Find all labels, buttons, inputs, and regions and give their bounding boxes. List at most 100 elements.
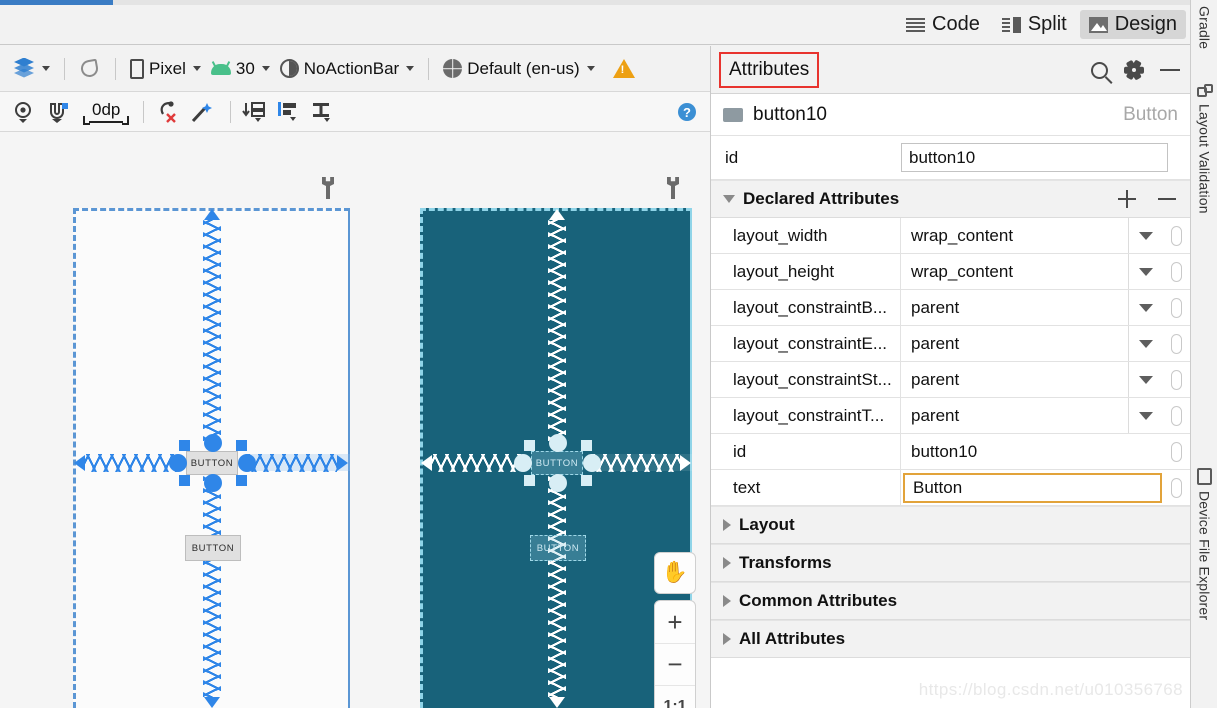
attribute-row[interactable]: text Button [711,470,1190,506]
attribute-row[interactable]: id button10 [711,434,1190,470]
anchor-bottom[interactable] [549,474,567,492]
attribute-resource-picker[interactable] [1162,398,1190,433]
attribute-dropdown-button[interactable] [1128,362,1162,397]
chevron-down-icon [192,66,201,71]
anchor-start[interactable] [169,454,187,472]
blueprint-surface-wrench-icon[interactable] [665,177,681,199]
attribute-value-cell[interactable]: parent [901,290,1162,325]
theme-selector[interactable]: NoActionBar [275,56,419,82]
resize-handle-bottom-end[interactable] [236,475,247,486]
resize-handle-bottom-start[interactable] [524,475,535,486]
attribute-section-header[interactable]: Transforms [711,544,1190,582]
device-selector[interactable]: Pixel [125,56,206,82]
blueprint-mode-button[interactable] [74,55,106,83]
autoconnect-button[interactable] [44,98,74,126]
default-margin-button[interactable]: 0dp [82,99,130,125]
infer-constraints-button[interactable] [187,98,217,126]
anchor-start[interactable] [514,454,532,472]
guidelines-button[interactable] [308,98,338,126]
attribute-resource-picker[interactable] [1162,218,1190,253]
api-level-selector[interactable]: 30 [206,56,275,82]
align-button[interactable] [274,98,304,126]
attribute-row[interactable]: layout_constraintE... parent [711,326,1190,362]
clear-constraints-button[interactable] [153,98,183,126]
design-canvas[interactable]: BUTTON BUTTON BUTTON BUTTON ✋ + − 1:1 [0,132,710,708]
attribute-value-input[interactable]: Button [903,472,1162,503]
design-surface-mode-button[interactable] [8,55,55,83]
attribute-value-cell[interactable]: parent [901,326,1162,361]
blueprint-surface[interactable]: BUTTON BUTTON [420,208,692,708]
design-surface[interactable]: BUTTON BUTTON [73,208,350,708]
attribute-resource-picker[interactable] [1162,326,1190,361]
selected-button-widget[interactable]: BUTTON [186,451,238,475]
attribute-resource-picker[interactable] [1162,362,1190,397]
magic-wand-infer-icon [192,102,213,122]
attribute-row[interactable]: layout_height wrap_content [711,254,1190,290]
anchor-end[interactable] [238,454,256,472]
mode-tab-split[interactable]: Split [993,10,1076,39]
resize-handle-top-end[interactable] [236,440,247,451]
pan-button[interactable]: ✋ [654,552,696,594]
button-widget[interactable]: BUTTON [530,535,586,561]
attribute-section-header[interactable]: Common Attributes [711,582,1190,620]
selected-button-widget[interactable]: BUTTON [531,451,583,475]
resize-handle-top-end[interactable] [581,440,592,451]
resize-handle-top-start[interactable] [524,440,535,451]
zoom-actual-size-button[interactable]: 1:1 [655,685,695,708]
zoom-out-button[interactable]: − [655,643,695,685]
search-icon[interactable] [1091,61,1108,79]
attribute-resource-picker[interactable] [1162,290,1190,325]
attribute-row[interactable]: layout_constraintSt... parent [711,362,1190,398]
attribute-value-cell[interactable]: parent [901,362,1162,397]
id-input[interactable]: button10 [901,143,1168,172]
attributes-panel: Attributes button10 Button id button10 D… [710,46,1190,708]
attribute-row[interactable]: layout_constraintB... parent [711,290,1190,326]
resize-handle-bottom-start[interactable] [179,475,190,486]
anchor-top[interactable] [549,434,567,452]
attribute-dropdown-button[interactable] [1128,290,1162,325]
show-constraints-button[interactable] [10,98,40,126]
button-widget[interactable]: BUTTON [185,535,241,561]
attribute-dropdown-button[interactable] [1128,326,1162,361]
attribute-value-cell[interactable]: wrap_content [901,254,1162,289]
attribute-section-header[interactable]: Layout [711,506,1190,544]
mode-tab-design[interactable]: Design [1079,10,1186,39]
attribute-dropdown-button[interactable] [1128,398,1162,433]
attribute-dropdown-button[interactable] [1128,254,1162,289]
tool-tab-layout-validation[interactable]: Layout Validation [1191,84,1217,214]
tool-tab-gradle[interactable]: Gradle [1191,6,1217,49]
attribute-section-header[interactable]: All Attributes [711,620,1190,658]
mode-tab-code[interactable]: Code [897,10,989,39]
attribute-resource-picker[interactable] [1162,434,1190,469]
anchor-bottom[interactable] [204,474,222,492]
minimize-icon[interactable] [1160,68,1180,72]
attribute-section-title: All Attributes [739,629,846,648]
zoom-in-label: + [667,606,683,637]
anchor-top[interactable] [204,434,222,452]
locale-selector[interactable]: Default (en-us) [438,56,599,82]
attribute-row[interactable]: layout_constraintT... parent [711,398,1190,434]
plus-icon[interactable] [1118,190,1136,208]
attribute-row[interactable]: layout_width wrap_content [711,218,1190,254]
attribute-value-cell[interactable]: button10 [901,434,1162,469]
attribute-value-cell[interactable]: wrap_content [901,218,1162,253]
anchor-end[interactable] [583,454,601,472]
minus-icon[interactable] [1158,197,1176,201]
gear-icon[interactable] [1124,59,1144,81]
attribute-resource-picker[interactable] [1162,254,1190,289]
design-surface-wrench-icon[interactable] [320,177,336,199]
attribute-value-cell[interactable]: Button [901,470,1162,505]
resize-handle-top-start[interactable] [179,440,190,451]
selected-component-row[interactable]: button10 Button [711,94,1190,136]
zoom-in-button[interactable]: + [655,601,695,643]
declared-attributes-header[interactable]: Declared Attributes [711,180,1190,218]
attribute-dropdown-button[interactable] [1128,218,1162,253]
pack-button[interactable] [240,98,270,126]
attribute-resource-picker[interactable] [1162,470,1190,505]
constraint-arrow-start [74,455,85,471]
issues-button[interactable] [608,56,640,81]
tool-tab-device-file-explorer[interactable]: Device File Explorer [1191,468,1217,620]
help-question-icon[interactable]: ? [678,103,696,121]
resize-handle-bottom-end[interactable] [581,475,592,486]
attribute-value-cell[interactable]: parent [901,398,1162,433]
